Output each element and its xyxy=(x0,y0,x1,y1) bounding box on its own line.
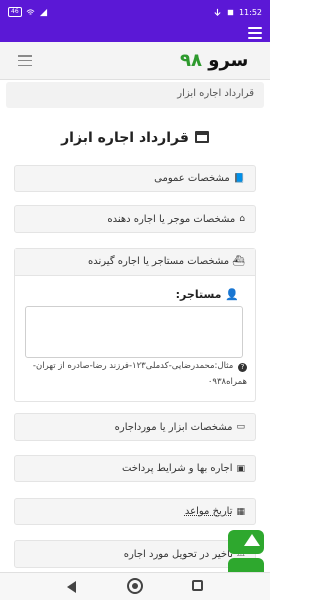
status-time: 11:52 xyxy=(238,7,262,17)
tenant-hint-text: مثال:محمدرضایی-کدملی۱۲۳-فرزند رضا-صادره … xyxy=(32,361,247,387)
recent-apps-icon[interactable] xyxy=(192,580,203,591)
back-icon[interactable] xyxy=(67,581,76,593)
question-icon: ? xyxy=(238,363,247,372)
section-price-label: اجاره بها و شرایط پرداخت xyxy=(121,463,233,474)
download-icon xyxy=(214,8,221,16)
status-right: 11:52 xyxy=(213,8,262,17)
section-dates[interactable]: ▦ تاریخ مواعد xyxy=(14,498,256,525)
section-lessor[interactable]: ⌂ مشخصات موجر یا اجاره دهنده xyxy=(14,205,256,233)
section-tools[interactable]: ▭ مشخصات ابزار یا مورداجاره xyxy=(14,413,256,441)
app-top-bar xyxy=(0,24,270,42)
book-icon: 📘 xyxy=(233,173,245,184)
section-general-label: مشخصات عمومی xyxy=(154,173,230,184)
battery-icon: 46 xyxy=(8,7,22,17)
page-title: قرارداد اجاره ابزار xyxy=(0,130,270,146)
user-icon: 👤 xyxy=(225,288,239,301)
page-title-text: قرارداد اجاره ابزار xyxy=(61,130,189,146)
app-header: سرو ۹۸ xyxy=(0,42,270,80)
arrow-up-icon xyxy=(244,534,260,546)
tenant-hint: ? مثال:محمدرضایی-کدملی۱۲۳-فرزند رضا-صادر… xyxy=(27,358,247,390)
calendar-icon: ▦ xyxy=(236,506,245,517)
tenant-label-text: مستاجر: xyxy=(175,288,222,301)
home-icon: ⌂ xyxy=(239,214,245,224)
section-delay[interactable]: ⚠ تاخیر در تحویل مورد اجاره xyxy=(14,540,256,568)
section-lessee-label: مشخصات مستاجر یا اجاره گیرنده xyxy=(88,256,230,267)
tenant-input[interactable] xyxy=(25,306,243,358)
home-button-icon[interactable] xyxy=(127,578,143,594)
system-nav-bar xyxy=(0,572,270,600)
card-icon: ▭ xyxy=(236,422,245,432)
status-bar: 46 11:52 xyxy=(0,0,270,24)
logo: سرو ۹۸ xyxy=(180,50,248,71)
section-delay-label: تاخیر در تحویل مورد اجاره xyxy=(123,548,233,560)
section-lessee-header[interactable]: ⛴ مشخصات مستاجر یا اجاره گیرنده xyxy=(15,249,255,276)
menu-icon[interactable] xyxy=(18,55,32,66)
ship-icon: ⛴ xyxy=(232,256,245,267)
breadcrumb: قرارداد اجاره ابزار xyxy=(6,82,264,108)
section-price[interactable]: ▣ اجاره بها و شرایط پرداخت xyxy=(14,455,256,482)
status-left: 46 xyxy=(8,7,48,17)
logo-word: سرو xyxy=(208,50,249,71)
wifi-icon xyxy=(26,8,35,15)
section-dates-label: تاریخ مواعد xyxy=(184,506,233,517)
notification-icon xyxy=(227,9,234,15)
section-lessor-label: مشخصات موجر یا اجاره دهنده xyxy=(107,213,236,225)
section-tools-label: مشخصات ابزار یا مورداجاره xyxy=(114,421,233,433)
section-lessee: ⛴ مشخصات مستاجر یا اجاره گیرنده 👤 مستاجر… xyxy=(14,248,256,402)
signal-icon xyxy=(39,8,47,16)
hamburger-icon[interactable] xyxy=(248,27,262,39)
logo-number: ۹۸ xyxy=(180,50,202,71)
scroll-up-button[interactable] xyxy=(228,530,264,554)
section-general[interactable]: 📘 مشخصات عمومی xyxy=(14,165,256,192)
window-icon xyxy=(194,131,209,143)
tenant-label: 👤 مستاجر: xyxy=(176,288,239,301)
money-icon: ▣ xyxy=(236,463,245,474)
